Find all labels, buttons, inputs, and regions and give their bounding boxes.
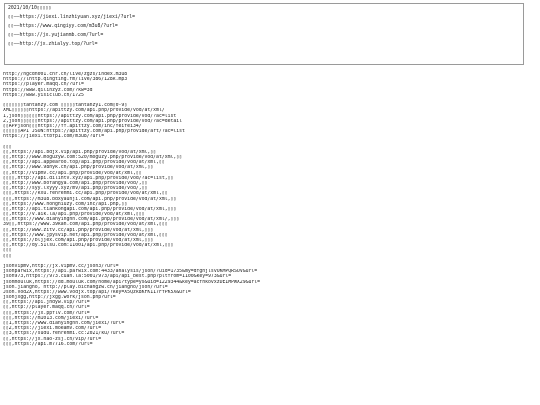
announcement-line: ▯▯——http://jx.zhialyy.top/?url= (8, 42, 520, 47)
parser-link[interactable]: ▯▯——https://www.qingiyy.com/m3u8/?url= (8, 24, 118, 29)
source-list: http://ngcdn001.cnr.cn/live/zgzs/index.m… (3, 72, 537, 405)
parser-link[interactable]: ▯▯——http://jx.zhialyy.top/?url= (8, 42, 98, 47)
parser-link[interactable]: ▯▯——https://jx.yujianmb.com/?url= (8, 33, 103, 38)
parser-link[interactable]: ▯▯——https://jiexi.linzhiyuan.xyz/jiexi/?… (8, 15, 135, 20)
source-line[interactable]: ▯▯▯,https://api.m7716.com/?url= (3, 342, 537, 347)
announcement-box: 2021/10/10▯▯▯▯▯ ▯▯——https://jiexi.linzhi… (4, 3, 524, 65)
